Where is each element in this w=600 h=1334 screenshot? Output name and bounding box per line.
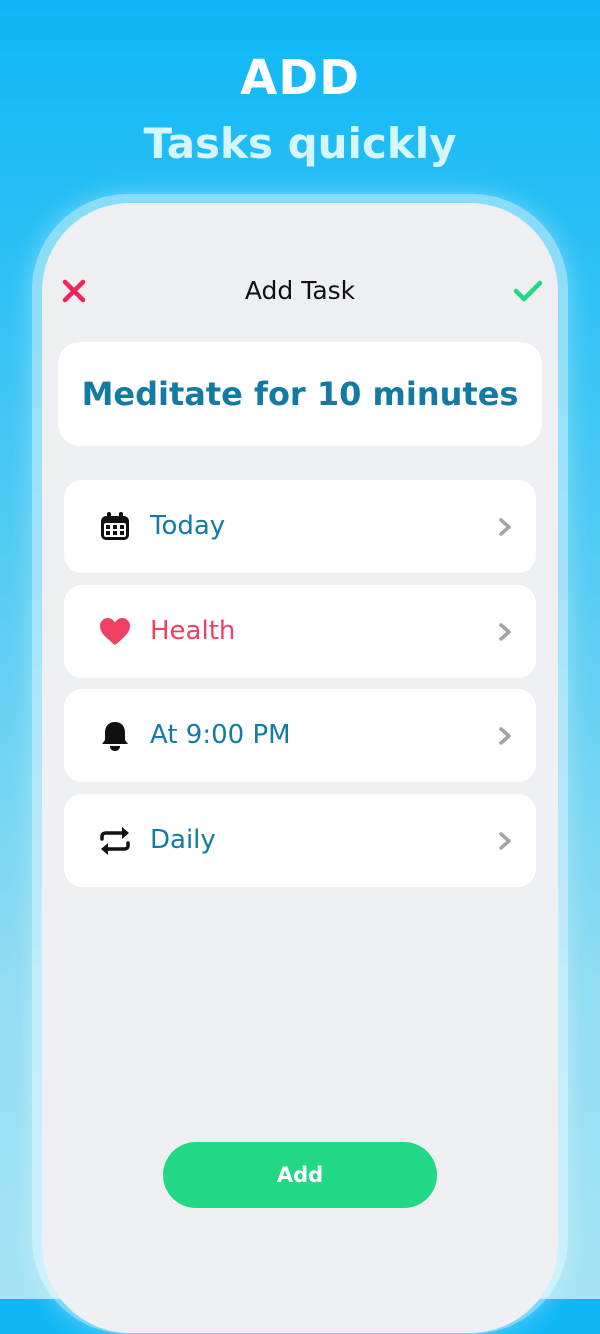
option-label-category: Health xyxy=(150,616,236,646)
option-label-repeat: Daily xyxy=(150,825,216,855)
option-row-date[interactable]: Today xyxy=(64,480,536,573)
option-label-date: Today xyxy=(150,511,226,541)
chevron-right-icon xyxy=(494,514,516,540)
task-name-card xyxy=(58,342,542,446)
heart-icon xyxy=(98,615,132,649)
chevron-right-icon xyxy=(494,619,516,645)
close-x-icon xyxy=(62,279,86,303)
option-label-reminder: At 9:00 PM xyxy=(150,720,291,750)
task-name-input[interactable] xyxy=(68,374,532,414)
promo-title: ADD xyxy=(240,50,360,106)
header-bar: Add Task xyxy=(42,269,558,313)
confirm-button[interactable] xyxy=(506,269,550,313)
option-row-reminder[interactable]: At 9:00 PM xyxy=(64,689,536,782)
bell-icon xyxy=(98,719,132,753)
close-button[interactable] xyxy=(52,269,96,313)
promo-subtitle: Tasks quickly xyxy=(143,119,457,168)
option-row-repeat[interactable]: Daily xyxy=(64,794,536,887)
repeat-icon xyxy=(98,824,132,858)
header-title: Add Task xyxy=(244,276,356,305)
chevron-right-icon xyxy=(494,828,516,854)
checkmark-icon xyxy=(513,280,543,302)
phone-screen: Add Task Meditate for 10 minutes Today H… xyxy=(42,203,558,1333)
chevron-right-icon xyxy=(494,723,516,749)
add-button[interactable]: Add xyxy=(163,1142,437,1208)
calendar-icon xyxy=(98,510,132,544)
option-row-category[interactable]: Health xyxy=(64,585,536,678)
